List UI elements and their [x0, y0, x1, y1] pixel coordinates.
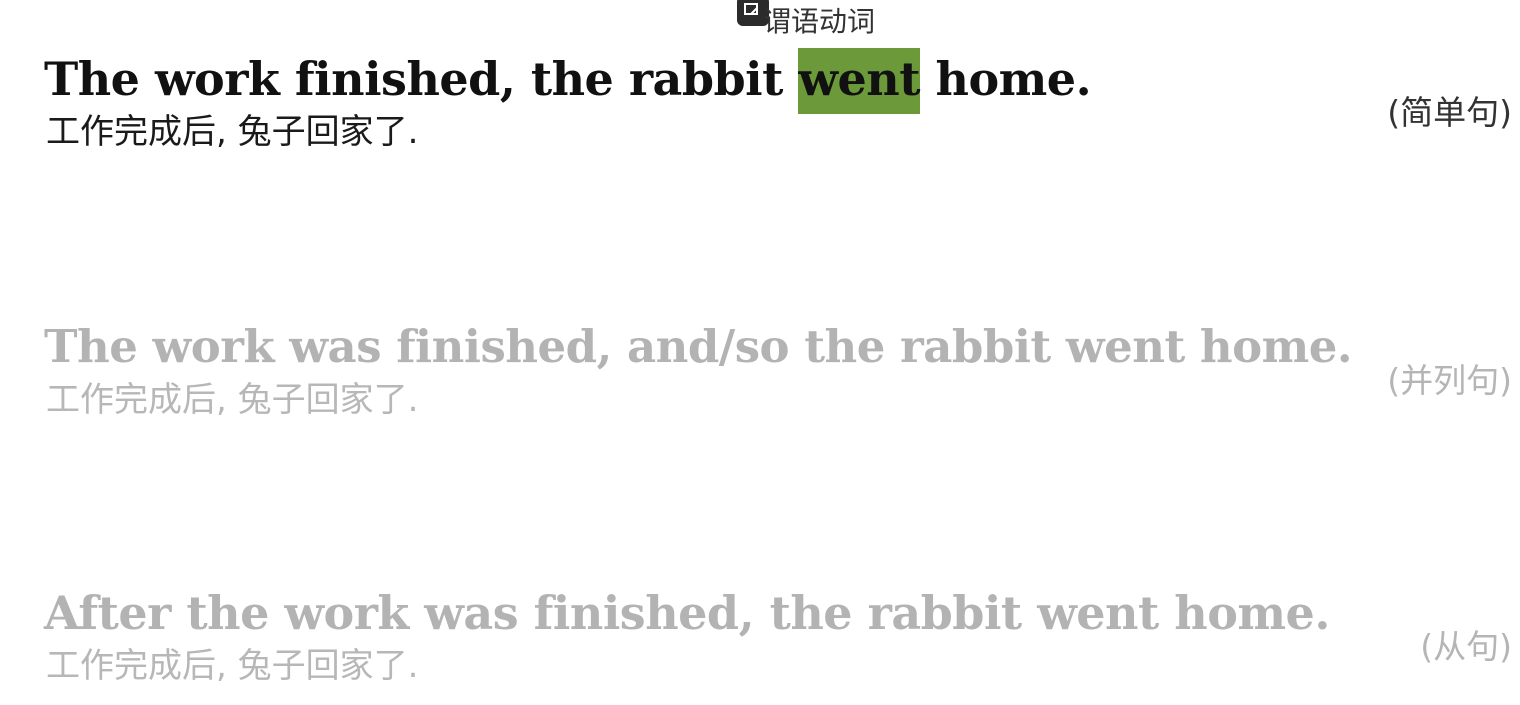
- sentence-type-label: (并列句): [1387, 361, 1512, 400]
- sentence-type-label: (从句): [1420, 627, 1512, 666]
- sentence-english: The work was finished, and/so the rabbit…: [44, 320, 1353, 373]
- sentence-type-label: (简单句): [1387, 93, 1512, 132]
- highlighted-word[interactable]: went: [798, 48, 920, 114]
- tooltip-label: 谓语动词: [763, 5, 876, 38]
- sentence-chinese: 工作完成后, 兔子回家了.: [46, 380, 419, 420]
- sentence-english-after: home.: [919, 52, 1092, 106]
- sentence-english-before: The work finished, the rabbit: [44, 52, 799, 106]
- sentence-chinese: 工作完成后, 兔子回家了.: [46, 646, 419, 686]
- sentence-english: The work finished, the rabbit went home.: [44, 48, 1092, 114]
- sentence-item-simple[interactable]: The work finished, the rabbit went home.…: [44, 48, 1520, 180]
- sentence-english: After the work was finished, the rabbit …: [44, 586, 1330, 640]
- sentence-item-compound[interactable]: The work was finished, and/so the rabbit…: [44, 318, 1520, 448]
- sentence-item-complex[interactable]: After the work was finished, the rabbit …: [44, 584, 1520, 704]
- sentence-chinese: 工作完成后, 兔子回家了.: [46, 112, 419, 152]
